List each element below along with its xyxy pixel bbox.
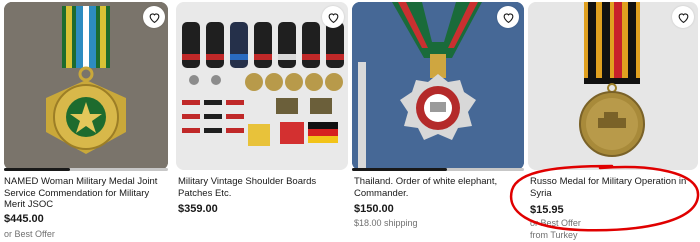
listing-title-3[interactable]: Thailand. Order of white elephant, Comma… [354,176,524,200]
listing-note-4: or Best Offer [530,218,581,228]
listing-price-2: $359.00 [178,203,218,215]
listing-price-3: $150.00 [354,203,394,215]
heart-icon [149,12,159,23]
listing-price-4: $15.95 [530,204,564,216]
heart-icon [503,12,513,23]
order-photo-3 [352,2,524,170]
medal-photo-1 [4,2,168,170]
patches-photo-2 [176,2,348,170]
listing-title-1[interactable]: NAMED Woman Military Medal Joint Service… [4,176,168,210]
listings-grid: NAMED Woman Military Medal Joint Service… [0,0,700,242]
listing-price-1: $445.00 [4,213,44,225]
image-carousel-progress-fill-1 [4,168,70,171]
watch-button-1[interactable] [143,6,165,28]
image-carousel-progress-1 [4,168,168,171]
listing-shipping-3: $18.00 shipping [354,218,418,228]
listing-note-1: or Best Offer [4,229,55,239]
listing-card-4[interactable]: Russo Medal for Military Operation in Sy… [528,0,700,242]
listing-image-3[interactable] [352,2,524,170]
listing-title-2[interactable]: Military Vintage Shoulder Boards Patches… [178,176,348,200]
listing-image-4[interactable] [528,2,698,170]
listing-image-1[interactable] [4,2,168,170]
listing-card-1[interactable]: NAMED Woman Military Medal Joint Service… [0,0,172,242]
listing-card-2[interactable]: Military Vintage Shoulder Boards Patches… [176,0,348,242]
listing-title-4[interactable]: Russo Medal for Military Operation in Sy… [530,176,690,200]
listing-card-3[interactable]: Thailand. Order of white elephant, Comma… [352,0,524,242]
medal-photo-4 [528,2,698,170]
listing-location-4: from Turkey [530,230,578,240]
image-carousel-progress-3 [352,168,524,171]
watch-button-3[interactable] [497,6,519,28]
listing-image-2[interactable] [176,2,348,170]
watch-button-2[interactable] [322,6,344,28]
image-carousel-progress-fill-3 [352,168,447,171]
heart-icon [678,12,688,23]
watch-button-4[interactable] [672,6,694,28]
heart-icon [328,12,338,23]
